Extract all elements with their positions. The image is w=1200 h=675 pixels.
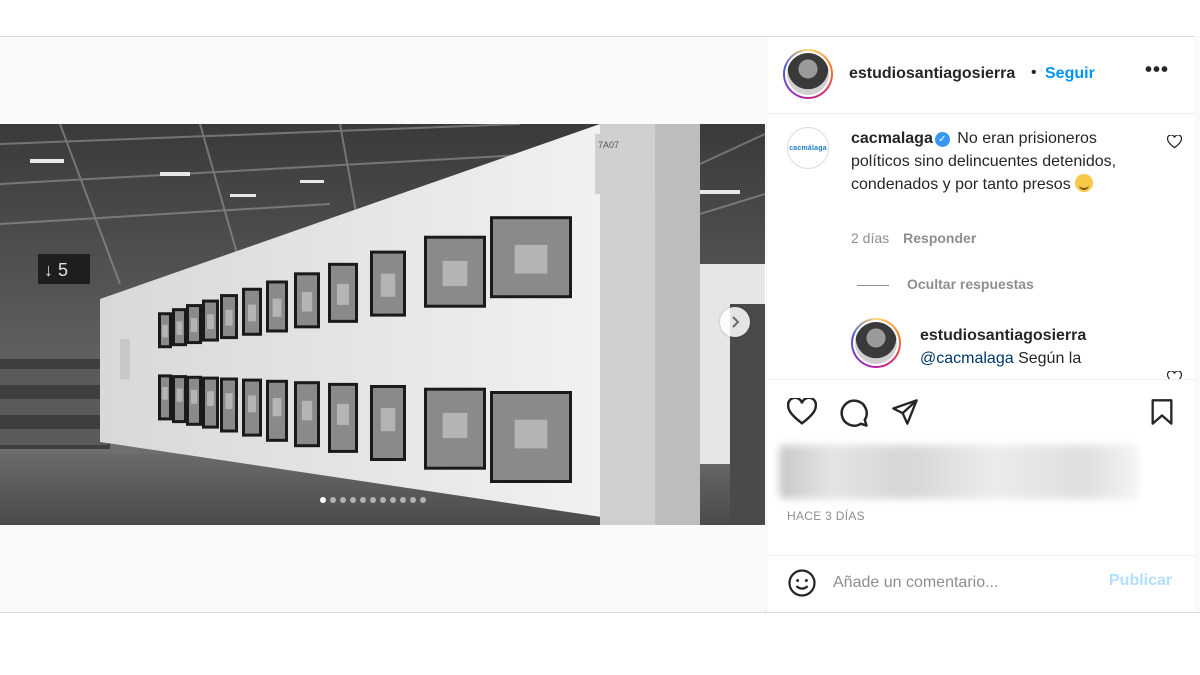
post-media: ↓ 5 7A07 [0,37,765,612]
replies-divider [857,285,889,286]
pixelated-face [337,283,349,305]
pixelated-face [380,273,396,297]
carousel-dot [320,497,326,503]
author-avatar[interactable] [783,49,833,99]
commenter-avatar[interactable]: cacmálaga [787,127,829,169]
pixelated-face [248,395,256,413]
pixelated-face [190,389,198,404]
emoji-smile-icon[interactable] [787,568,817,598]
carousel-dot [340,497,346,503]
pixelated-face [272,298,282,317]
page-background: ↓ 5 7A07 estudiosantiagosierra • Seguir … [0,0,1200,675]
post-date: HACE 3 DÍAS [787,509,865,523]
bottom-strip [0,612,1200,675]
pixelated-face [176,321,183,335]
reply-body: Según la [1013,350,1082,367]
pixelated-face [301,400,313,421]
verified-badge-icon: ✓ [934,132,950,147]
pixelated-face [207,314,214,329]
pixelated-face [514,419,548,449]
header-separator: • [1031,64,1037,81]
post-header: estudiosantiagosierra • Seguir ••• [767,37,1196,114]
pixelated-face [225,393,233,409]
commenter-username[interactable]: cacmalaga [851,130,933,147]
comment-input[interactable] [833,571,1083,595]
follow-button[interactable]: Seguir [1045,65,1095,83]
reply-like-heart-icon[interactable] [1166,370,1183,379]
booth-label: 7A07 [598,140,619,150]
publish-button[interactable]: Publicar [1109,572,1172,590]
cacmalaga-logo: cacmálaga [789,144,827,152]
reply-button[interactable]: Responder [903,230,976,246]
comment-body: cacmalaga ✓ No eran prisioneros políticos… [851,127,1151,196]
comments-list[interactable]: cacmálaga cacmalaga ✓ No eran prisioneros… [767,115,1196,379]
pixelated-face [162,324,168,338]
author-username[interactable]: estudiosantiagosierra [849,65,1015,83]
pixelated-face [272,398,282,417]
post-photo[interactable]: ↓ 5 7A07 [0,124,765,525]
carousel-indicator [320,497,426,503]
next-slide-button[interactable] [720,307,750,337]
carousel-dot [370,497,376,503]
likes-blurred-area [779,445,1139,499]
pixelated-face [176,388,183,402]
gallery-sign-text: ↓ 5 [44,260,68,280]
carousel-dot [350,497,356,503]
reply-username[interactable]: estudiosantiagosierra [920,327,1086,345]
save-bookmark-icon[interactable] [1149,398,1175,431]
comment-meta: 2 días Responder [851,230,976,246]
pixelated-face [442,260,468,287]
add-comment-bar: Publicar [767,555,1196,612]
pixelated-face [162,387,168,400]
comment-bubble-icon[interactable] [839,398,869,433]
pixelated-face [190,318,198,333]
carousel-dot [360,497,366,503]
pixelated-face [442,412,468,439]
comment-like-heart-icon[interactable] [1166,134,1183,152]
pixelated-face [248,304,256,322]
chevron-right-icon [732,316,740,328]
more-options-icon[interactable]: ••• [1145,59,1169,82]
smiling-face-emoji-icon [1075,174,1094,192]
carousel-dot [330,497,336,503]
pixelated-face [225,309,233,326]
top-strip [0,0,1200,36]
carousel-dot [390,497,396,503]
pixelated-face [514,244,548,274]
carousel-dot [410,497,416,503]
reply-mention-link[interactable]: @cacmalaga [920,350,1014,367]
like-heart-icon[interactable] [786,396,818,431]
carousel-dot [380,497,386,503]
comment-time: 2 días [851,230,890,246]
share-paper-plane-icon[interactable] [891,398,919,431]
pixelated-face [380,408,396,432]
carousel-dot [400,497,406,503]
post-modal: ↓ 5 7A07 estudiosantiagosierra • Seguir … [0,36,1196,612]
pixelated-face [207,391,214,406]
reply-text: @cacmalaga Según la [920,350,1081,368]
pixelated-face [301,291,313,312]
hide-replies-button[interactable]: Ocultar respuestas [907,276,1034,292]
reply-author-avatar[interactable] [851,318,901,368]
pixelated-face [337,403,349,425]
post-sidebar: estudiosantiagosierra • Seguir ••• cacmá… [766,37,1196,612]
carousel-dot [420,497,426,503]
gallery-photo-illustration: ↓ 5 7A07 [0,124,765,525]
post-actions [767,379,1196,429]
